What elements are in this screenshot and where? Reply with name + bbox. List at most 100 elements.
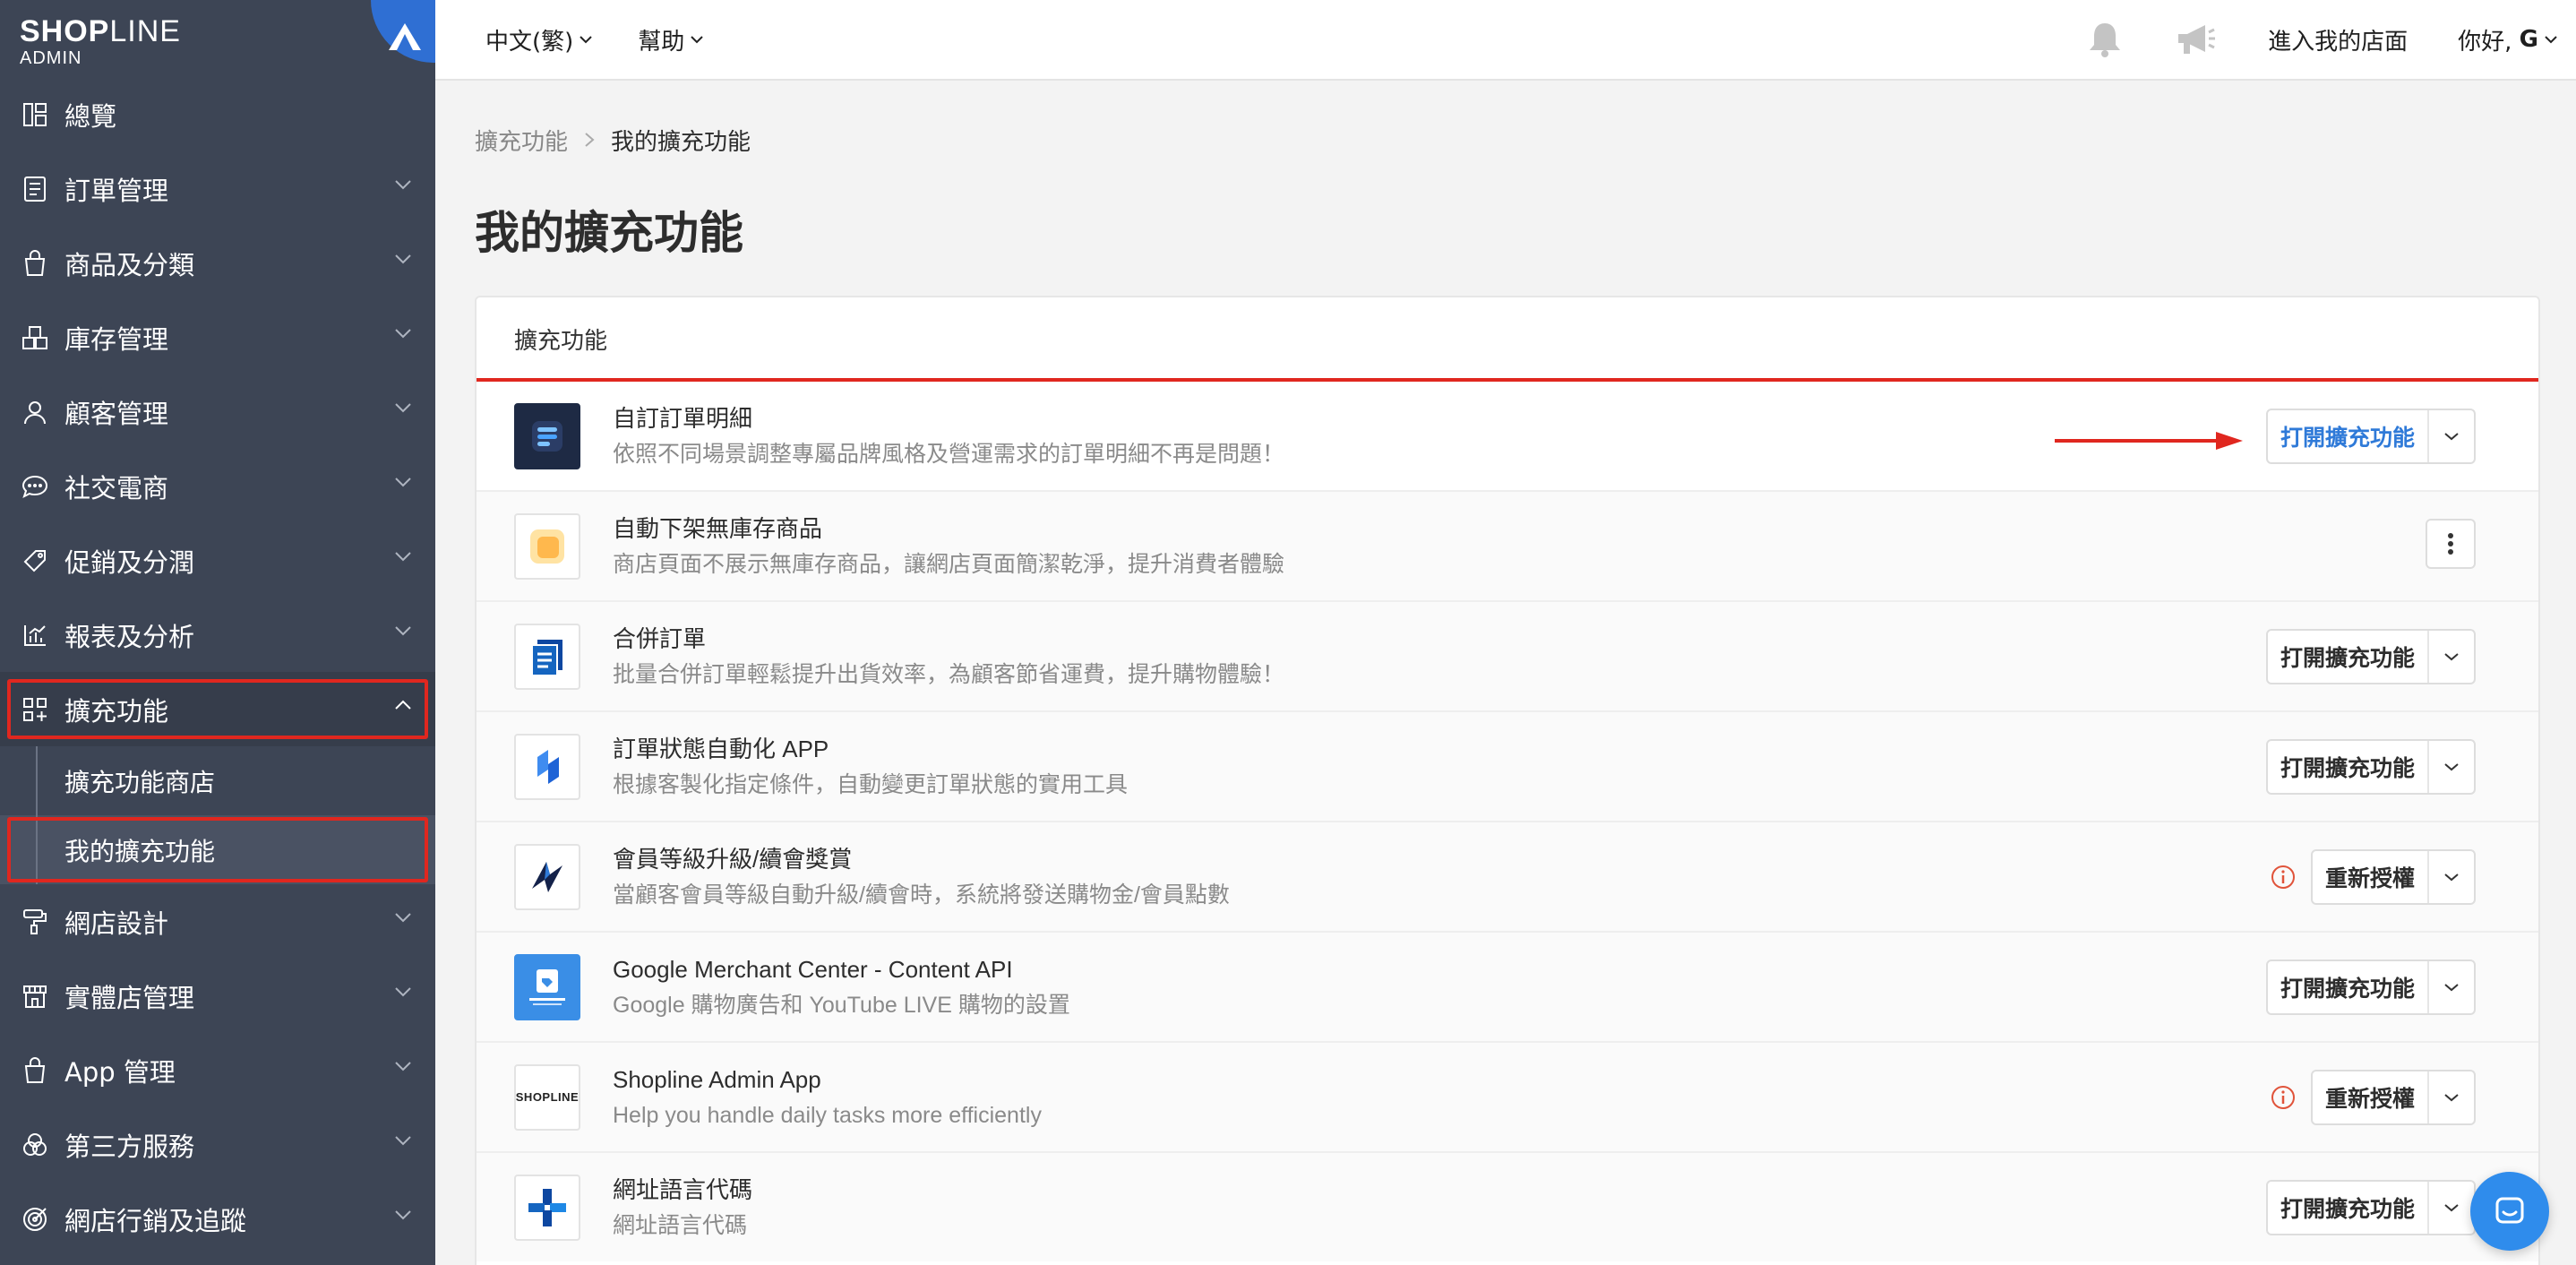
sidebar-item-products[interactable]: 商品及分類 [0, 226, 435, 300]
sidebar-item-label: 實體店管理 [64, 982, 195, 1013]
google-merchant-logo-icon [514, 953, 580, 1020]
sidebar-item-retail-store[interactable]: 實體店管理 [0, 959, 435, 1033]
tag-icon [20, 546, 50, 576]
extension-row: SHOPLINE Shopline Admin App Help you han… [477, 1041, 2538, 1151]
sidebar-item-orders[interactable]: 訂單管理 [0, 151, 435, 226]
breadcrumb: 擴充功能 我的擴充功能 [475, 124, 751, 157]
extensions-card: 擴充功能 自訂訂單明細 依照不同場景調整專屬品牌風格及營運需求的訂單明細不再是問… [475, 296, 2540, 1265]
help-dropdown[interactable]: 幫助 [638, 23, 704, 56]
sidebar-item-label: 報表及分析 [64, 621, 195, 652]
sidebar-subitem-extension-store[interactable]: 擴充功能商店 [0, 746, 435, 815]
extension-name: Google Merchant Center - Content API [613, 955, 1013, 983]
open-extension-button[interactable]: 打開擴充功能 [2268, 631, 2429, 683]
open-extension-button[interactable]: 打開擴充功能 [2268, 741, 2429, 793]
main-content: 擴充功能 我的擴充功能 我的擴充功能 擴充功能 自訂訂單明細 依照不同場景調整專… [435, 81, 2576, 1265]
megaphone-icon[interactable] [2175, 20, 2218, 59]
invoice-app-logo-icon [514, 402, 580, 469]
extension-actions: 打開擴充功能 [2265, 960, 2476, 1015]
chevron-down-icon [580, 36, 593, 44]
chevron-down-icon[interactable] [2429, 1182, 2474, 1234]
extension-actions: 重新授權 [2270, 849, 2476, 905]
chevron-down-icon[interactable] [2429, 851, 2474, 903]
open-extension-button-group: 打開擴充功能 [2265, 1180, 2476, 1235]
open-extension-button[interactable]: 打開擴充功能 [2268, 1182, 2429, 1234]
info-warning-icon[interactable] [2270, 864, 2297, 891]
chevron-down-icon[interactable] [2429, 410, 2474, 462]
sidebar: SHOPLINE ADMIN 總覽 訂單管理 商品及分類 庫存管理 顧客管理 社… [0, 0, 435, 1265]
chevron-down-icon[interactable] [2429, 741, 2474, 793]
chevron-down-icon [395, 403, 411, 413]
card-title: 擴充功能 [514, 327, 608, 355]
brand-logo[interactable]: SHOPLINE ADMIN [0, 0, 435, 77]
store-icon [20, 981, 50, 1011]
reauthorize-button[interactable]: 重新授權 [2313, 1071, 2429, 1123]
sidebar-item-extensions[interactable]: 擴充功能 [0, 672, 435, 746]
dashboard-icon [20, 99, 50, 130]
open-extension-button[interactable]: 打開擴充功能 [2268, 961, 2429, 1013]
sidebar-subitem-my-extensions[interactable]: 我的擴充功能 [0, 815, 435, 884]
sidebar-item-customers[interactable]: 顧客管理 [0, 374, 435, 449]
help-label: 幫助 [638, 28, 685, 56]
sidebar-item-label: 網店行銷及追蹤 [64, 1205, 247, 1236]
breadcrumb-current: 我的擴充功能 [611, 129, 751, 156]
info-warning-icon[interactable] [2270, 1084, 2297, 1111]
chevron-down-icon[interactable] [2429, 1071, 2474, 1123]
circles-icon [20, 1130, 50, 1160]
extension-description: 商店頁面不展示無庫存商品，讓網店頁面簡潔乾淨，提升消費者體驗 [613, 551, 1285, 577]
sidebar-item-third-party[interactable]: 第三方服務 [0, 1107, 435, 1182]
brand-name: SHOPLINE [20, 14, 181, 48]
chat-support-button[interactable] [2470, 1172, 2549, 1251]
sidebar-item-store-design[interactable]: 網店設計 [0, 884, 435, 959]
chat-icon [2495, 1197, 2524, 1224]
sidebar-item-marketing-tracking[interactable]: 網店行銷及追蹤 [0, 1182, 435, 1256]
extension-info: 自動下架無庫存商品 商店頁面不展示無庫存商品，讓網店頁面簡潔乾淨，提升消費者體驗 [613, 512, 1284, 581]
shopline-logo-icon: SHOPLINE [514, 1063, 580, 1131]
more-options-icon[interactable] [2426, 519, 2476, 569]
reauthorize-button[interactable]: 重新授權 [2313, 851, 2429, 903]
extension-name: 自動下架無庫存商品 [613, 514, 823, 542]
extension-name: 自訂訂單明細 [613, 404, 753, 432]
chevron-down-icon[interactable] [2429, 961, 2474, 1013]
sidebar-item-label: 總覽 [64, 100, 117, 132]
chevron-down-icon [395, 180, 411, 190]
language-label: 中文(繁) [485, 28, 574, 56]
sidebar-item-social-commerce[interactable]: 社交電商 [0, 449, 435, 523]
extension-description: 依照不同場景調整專屬品牌風格及營運需求的訂單明細不再是問題！ [613, 441, 1285, 467]
user-name: G [2519, 26, 2538, 53]
open-extension-button[interactable]: 打開擴充功能 [2268, 410, 2429, 462]
submenu-line [36, 815, 38, 884]
extension-info: Shopline Admin App Help you handle daily… [613, 1063, 1042, 1132]
extension-actions: 打開擴充功能 [2265, 629, 2476, 684]
sidebar-item-promotions[interactable]: 促銷及分潤 [0, 523, 435, 598]
apps-icon [20, 694, 50, 725]
sidebar-item-label: 擴充功能 [64, 695, 169, 727]
open-extension-button-group: 打開擴充功能 [2265, 960, 2476, 1015]
chart-icon [20, 620, 50, 650]
visit-store-link[interactable]: 進入我的店面 [2268, 23, 2408, 56]
sidebar-item-inventory[interactable]: 庫存管理 [0, 300, 435, 374]
sidebar-item-reports[interactable]: 報表及分析 [0, 598, 435, 672]
user-menu[interactable]: 你好, G [2458, 23, 2558, 56]
extension-actions: 打開擴充功能 [2265, 409, 2476, 464]
extension-row: 自動下架無庫存商品 商店頁面不展示無庫存商品，讓網店頁面簡潔乾淨，提升消費者體驗 [477, 490, 2538, 600]
open-extension-button-group: 打開擴充功能 [2265, 739, 2476, 795]
extension-row: 會員等級升級/續會獎賞 當顧客會員等級自動升級/續會時，系統將發送購物金/會員點… [477, 821, 2538, 931]
extension-row: 網址語言代碼 網址語言代碼 打開擴充功能 [477, 1151, 2538, 1261]
extension-row: Google Merchant Center - Content API Goo… [477, 931, 2538, 1041]
sidebar-item-label: 第三方服務 [64, 1131, 195, 1162]
extension-description: 網址語言代碼 [613, 1212, 748, 1238]
greeting-text: 你好, [2458, 28, 2512, 56]
sidebar-item-overview[interactable]: 總覽 [0, 77, 435, 151]
shopping-bag-icon [20, 248, 50, 279]
chevron-down-icon[interactable] [2429, 631, 2474, 683]
submenu-line [36, 746, 38, 815]
reauthorize-button-group: 重新授權 [2310, 1070, 2476, 1125]
person-icon [20, 397, 50, 427]
bag-icon [20, 1055, 50, 1086]
bell-icon[interactable] [2085, 20, 2125, 59]
extension-description: 當顧客會員等級自動升級/續會時，系統將發送購物金/會員點數 [613, 882, 1230, 908]
sidebar-item-app-management[interactable]: App 管理 [0, 1033, 435, 1107]
breadcrumb-parent[interactable]: 擴充功能 [475, 124, 568, 157]
extension-description: 根據客製化指定條件，自動變更訂單狀態的實用工具 [613, 771, 1129, 797]
language-dropdown[interactable]: 中文(繁) [485, 23, 593, 56]
